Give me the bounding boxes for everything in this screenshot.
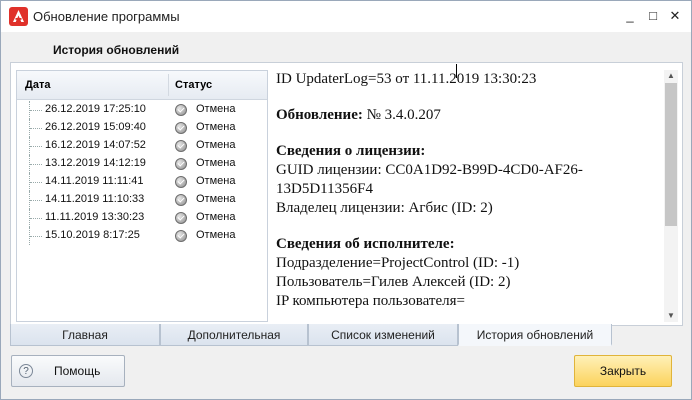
row-status: Отмена: [196, 175, 236, 187]
performer-division: Подразделение=ProjectControl (ID: -1): [276, 255, 520, 271]
row-date: 15.10.2019 8:17:25: [45, 229, 140, 241]
tab-additional[interactable]: Дополнительная: [160, 324, 308, 346]
cancelled-status-icon: [175, 122, 187, 134]
tree-line: [29, 173, 44, 191]
tree-line: [29, 101, 44, 119]
tree-line: [29, 119, 44, 137]
history-row[interactable]: 14.11.2019 11:10:33 Отмена: [17, 191, 267, 209]
history-row[interactable]: 14.11.2019 11:11:41 Отмена: [17, 173, 267, 191]
license-title: Сведения о лицензии:: [276, 143, 426, 159]
license-owner: Владелец лицензии: Агбис (ID: 2): [276, 200, 493, 216]
history-list[interactable]: Дата Статус 26.12.2019 17:25:10 Отмена 2…: [16, 70, 268, 322]
tree-line: [29, 155, 44, 173]
title-bar: Обновление программы _ □ ✕: [1, 1, 691, 32]
license-guid-line2: 13D5D11356F4: [276, 181, 373, 197]
detail-header-line: ID UpdaterLog=53 от 11.11.2019 13:30:23: [276, 71, 537, 87]
tree-line: [29, 137, 44, 155]
history-row[interactable]: 16.12.2019 14:07:52 Отмена: [17, 137, 267, 155]
cancelled-status-icon: [175, 158, 187, 170]
row-status: Отмена: [196, 193, 236, 205]
scroll-thumb[interactable]: [665, 83, 677, 226]
maximize-icon: □: [649, 8, 657, 23]
history-row[interactable]: 15.10.2019 8:17:25 Отмена: [17, 227, 267, 245]
section-title: История обновлений: [53, 43, 180, 57]
help-button-label: Помощь: [54, 364, 101, 378]
row-status: Отмена: [196, 211, 236, 223]
list-header: Дата Статус: [17, 71, 267, 100]
close-button[interactable]: Закрыть: [574, 355, 672, 387]
cancelled-status-icon: [175, 104, 187, 116]
tab-main[interactable]: Главная: [10, 324, 160, 346]
tree-line: [29, 209, 44, 227]
minimize-button[interactable]: _: [620, 7, 640, 25]
cancelled-status-icon: [175, 230, 187, 242]
close-icon: ✕: [669, 8, 681, 23]
row-status: Отмена: [196, 103, 236, 115]
close-window-button[interactable]: ✕: [665, 7, 685, 25]
performer-ip: IP компьютера пользователя=: [276, 293, 465, 309]
history-row[interactable]: 26.12.2019 17:25:10 Отмена: [17, 101, 267, 119]
row-status: Отмена: [196, 157, 236, 169]
row-date: 26.12.2019 15:09:40: [45, 121, 146, 133]
column-divider: [168, 74, 169, 96]
maximize-button[interactable]: □: [643, 7, 663, 25]
row-date: 26.12.2019 17:25:10: [45, 103, 146, 115]
tree-line: [29, 191, 44, 209]
performer-user: Пользователь=Гилев Алексей (ID: 2): [276, 274, 511, 290]
tab-update-history[interactable]: История обновлений: [458, 324, 612, 346]
scroll-up-arrow-icon[interactable]: ▲: [664, 70, 678, 82]
details-scrollbar[interactable]: ▲ ▼: [664, 70, 678, 322]
app-logo-icon: [9, 7, 28, 26]
history-row[interactable]: 11.11.2019 13:30:23 Отмена: [17, 209, 267, 227]
row-date: 13.12.2019 14:12:19: [45, 157, 146, 169]
tab-changelog[interactable]: Список изменений: [308, 324, 458, 346]
history-row[interactable]: 13.12.2019 14:12:19 Отмена: [17, 155, 267, 173]
row-date: 16.12.2019 14:07:52: [45, 139, 146, 151]
cancelled-status-icon: [175, 140, 187, 152]
cancelled-status-icon: [175, 194, 187, 206]
history-row[interactable]: 26.12.2019 15:09:40 Отмена: [17, 119, 267, 137]
license-guid-line1: GUID лицензии: CC0A1D92-B99D-4CD0-AF26-: [276, 162, 583, 178]
minimize-icon: _: [626, 8, 634, 23]
cancelled-status-icon: [175, 212, 187, 224]
tab-strip: Главная Дополнительная Список изменений …: [10, 324, 682, 348]
column-header-status[interactable]: Статус: [175, 79, 212, 91]
help-button[interactable]: ? Помощь: [11, 355, 125, 387]
tree-line: [29, 227, 44, 245]
performer-title: Сведения об исполнителе:: [276, 236, 455, 252]
detail-update-line: Обновление: № 3.4.0.207: [276, 106, 661, 125]
row-date: 14.11.2019 11:10:33: [45, 193, 145, 205]
help-icon: ?: [19, 364, 33, 378]
cancelled-status-icon: [175, 176, 187, 188]
window-title: Обновление программы: [33, 9, 180, 24]
update-value: № 3.4.0.207: [362, 107, 441, 123]
text-cursor-icon: [456, 64, 463, 78]
update-details[interactable]: ID UpdaterLog=53 от 11.11.2019 13:30:23 …: [276, 70, 661, 322]
row-status: Отмена: [196, 139, 236, 151]
update-label: Обновление:: [276, 107, 363, 123]
row-status: Отмена: [196, 121, 236, 133]
row-date: 11.11.2019 13:30:23: [45, 211, 145, 223]
scroll-down-arrow-icon[interactable]: ▼: [664, 310, 678, 322]
row-status: Отмена: [196, 229, 236, 241]
row-date: 14.11.2019 11:11:41: [45, 175, 144, 187]
column-header-date[interactable]: Дата: [25, 79, 50, 91]
